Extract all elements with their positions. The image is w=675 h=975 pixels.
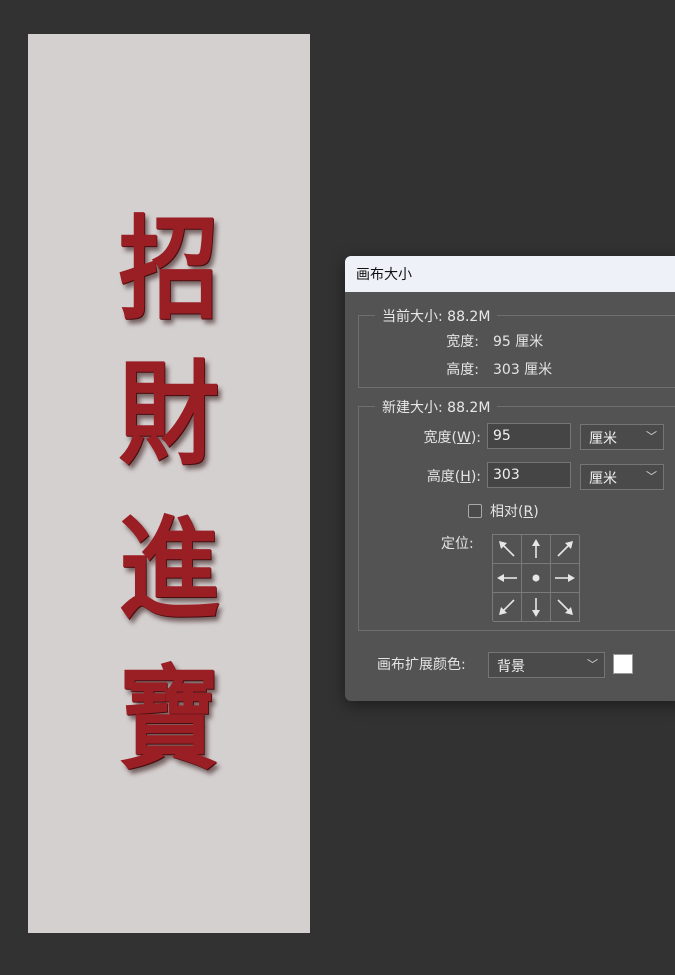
current-height-label: 高度: — [446, 362, 479, 378]
anchor-label: 定位: — [441, 536, 474, 552]
canvas-size-dialog: 画布大小 当前大小: 88.2M 宽度: 95 厘米 高度: 303 厘米 新建… — [345, 256, 675, 701]
workspace: 招 財 進 寶 画布大小 当前大小: 88.2M 宽度: 95 厘米 高度: 3… — [0, 0, 675, 975]
arrow-up-left-icon — [499, 541, 515, 557]
chevron-down-icon: ﹀ — [587, 658, 598, 671]
anchor-middle-right[interactable] — [551, 564, 580, 593]
anchor-center[interactable] — [522, 564, 551, 593]
current-width-value: 95 厘米 — [493, 334, 544, 350]
arrow-down-right-icon — [557, 599, 573, 615]
character-cai: 財 — [118, 349, 220, 480]
current-width-label: 宽度: — [446, 334, 479, 350]
arrow-right-icon — [555, 574, 575, 582]
new-height-label: 高度(H): — [426, 469, 481, 485]
width-unit-value: 厘米 — [589, 431, 617, 447]
anchor-top-right[interactable] — [551, 535, 580, 564]
arrow-up-icon — [532, 539, 540, 558]
extension-color-select[interactable]: 背景 ﹀ — [488, 652, 605, 678]
calligraphy-text: 招 財 進 寶 — [28, 34, 310, 933]
chevron-down-icon: ﹀ — [646, 430, 657, 443]
document-canvas[interactable]: 招 財 進 寶 — [28, 34, 310, 933]
dialog-title: 画布大小 — [356, 267, 412, 283]
current-size-legend: 当前大小: 88.2M — [375, 306, 498, 326]
anchor-top-center[interactable] — [522, 535, 551, 564]
extension-color-value: 背景 — [497, 659, 525, 675]
anchor-middle-left[interactable] — [493, 564, 522, 593]
anchor-grid — [492, 534, 580, 622]
character-zhao: 招 — [118, 204, 220, 335]
height-unit-value: 厘米 — [589, 471, 617, 487]
arrow-down-icon — [532, 598, 540, 617]
anchor-bottom-center[interactable] — [522, 593, 551, 622]
anchor-bottom-right[interactable] — [551, 593, 580, 622]
new-width-label: 宽度(W): — [423, 430, 482, 446]
current-height-value: 303 厘米 — [493, 362, 553, 378]
dialog-titlebar[interactable]: 画布大小 — [345, 256, 675, 292]
extension-color-swatch[interactable] — [613, 654, 633, 674]
arrow-left-icon — [497, 574, 517, 582]
height-input[interactable]: 303 — [487, 462, 571, 488]
character-jin: 進 — [118, 504, 220, 635]
character-bao: 寶 — [118, 654, 220, 785]
extension-color-label: 画布扩展颜色: — [377, 657, 466, 673]
relative-checkbox[interactable] — [468, 504, 482, 518]
relative-label[interactable]: 相对(R) — [490, 501, 539, 521]
width-unit-select[interactable]: 厘米 ﹀ — [580, 424, 664, 450]
height-unit-select[interactable]: 厘米 ﹀ — [580, 464, 664, 490]
new-size-legend: 新建大小: 88.2M — [375, 397, 498, 417]
anchor-bottom-left[interactable] — [493, 593, 522, 622]
chevron-down-icon: ﹀ — [646, 470, 657, 483]
anchor-dot-icon — [532, 574, 540, 582]
width-input[interactable]: 95 — [487, 423, 571, 449]
anchor-top-left[interactable] — [493, 535, 522, 564]
arrow-up-right-icon — [557, 541, 573, 557]
arrow-down-left-icon — [499, 599, 515, 615]
